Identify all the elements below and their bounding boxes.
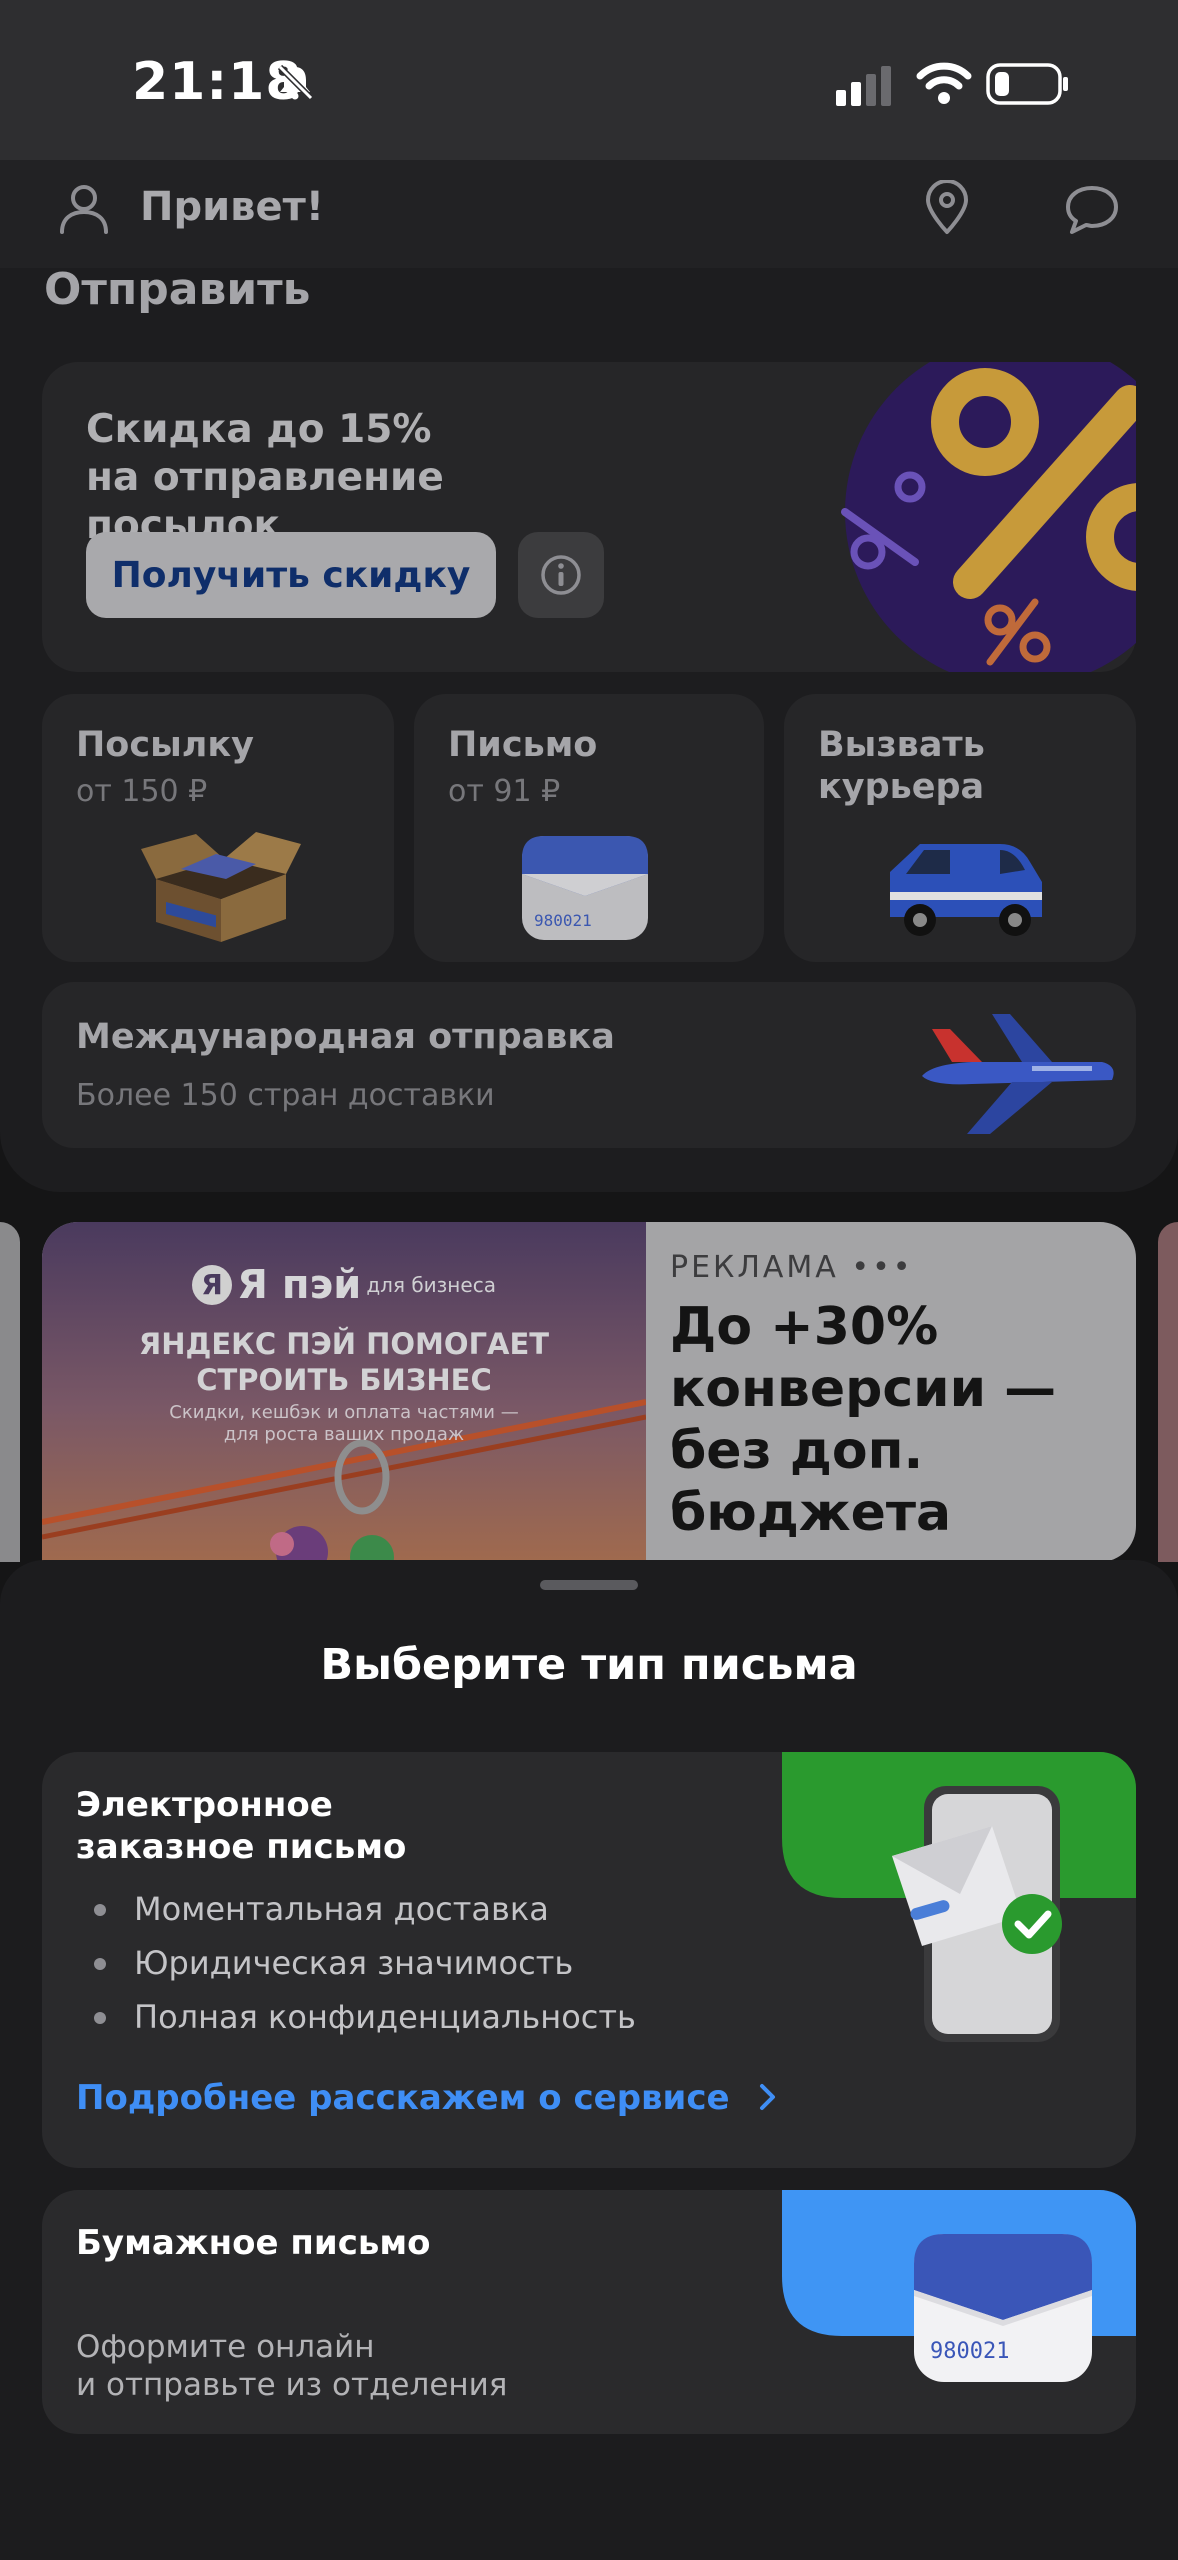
- airplane-icon: [922, 1014, 1114, 1134]
- delivery-van-icon: [890, 844, 1042, 936]
- chat-bubble-icon[interactable]: [1064, 184, 1120, 236]
- ad-image-line-2: СТРОИТЬ БИЗНЕС: [196, 1363, 492, 1397]
- ad-image-small-1: Скидки, кешбэк и оплата частями —: [169, 1402, 519, 1423]
- paper-letter-description: Оформите онлайн и отправьте из отделения: [76, 2328, 507, 2404]
- tile-courier-title: Вызвать курьера: [818, 724, 985, 808]
- info-button[interactable]: [518, 532, 604, 618]
- paper-envelope-code: 980021: [930, 2339, 1009, 2364]
- electronic-bullet-2: Юридическая значимость: [134, 1944, 574, 1982]
- tile-parcel-title: Посылку: [76, 725, 254, 765]
- ad-headline-3: без доп.: [670, 1421, 924, 1481]
- bullet-dot: [94, 1958, 106, 1970]
- tile-parcel-price: от 150 ₽: [76, 774, 208, 809]
- intl-title: Международная отправка: [76, 1017, 615, 1057]
- ad-headline: До +30% конверсии — без доп. бюджета: [670, 1296, 1110, 1544]
- ad-image-line-1: ЯНДЕКС ПЭЙ ПОМОГАЕТ: [138, 1327, 550, 1361]
- ad-headline-1: До +30%: [670, 1297, 939, 1357]
- electronic-letter-title: Электронное заказное письмо: [76, 1784, 406, 1868]
- tile-letter-price: от 91 ₽: [448, 774, 561, 809]
- intl-subtitle: Более 150 стран доставки: [76, 1078, 495, 1113]
- percent-illustration-icon: [841, 362, 1136, 672]
- paper-desc-line-2: и отправьте из отделения: [76, 2367, 508, 2403]
- electronic-letter-option[interactable]: Электронное заказное письмо Моментальная…: [42, 1752, 1136, 2168]
- ad-more-icon[interactable]: •••: [851, 1250, 913, 1285]
- paper-envelope-icon: 980021: [914, 2234, 1092, 2382]
- ad-brand-name: Я пэй: [237, 1262, 362, 1308]
- send-parcel-tile[interactable]: Посылку от 150 ₽: [42, 694, 394, 962]
- carousel-peek-left: [0, 1222, 20, 1562]
- sheet-drag-handle[interactable]: [540, 1580, 638, 1590]
- ad-image: Я Я пэй для бизнеса ЯНДЕКС ПЭЙ ПОМОГАЕТ …: [42, 1222, 646, 1562]
- user-profile-icon[interactable]: [56, 180, 112, 236]
- electronic-letter-phone-icon: [892, 1786, 1062, 2042]
- call-courier-tile[interactable]: Вызвать курьера: [784, 694, 1136, 962]
- ad-image-small: Скидки, кешбэк и оплата частями — для ро…: [42, 1402, 646, 1446]
- electronic-title-line-2: заказное письмо: [76, 1827, 407, 1867]
- send-letter-tile[interactable]: Письмо от 91 ₽ 980021: [414, 694, 764, 962]
- greeting-text[interactable]: Привет!: [140, 184, 324, 230]
- sheet-title: Выберите тип письма: [320, 1640, 858, 1690]
- bullet-dot: [94, 1904, 106, 1916]
- chevron-right-icon: [760, 2084, 776, 2110]
- ad-label: РЕКЛАМА •••: [670, 1250, 913, 1285]
- ad-image-small-2: для роста ваших продаж: [223, 1424, 465, 1445]
- carousel-peek-right: [1158, 1222, 1178, 1562]
- electronic-title-line-1: Электронное: [76, 1785, 333, 1825]
- learn-more-link[interactable]: Подробнее расскажем о сервисе: [76, 2078, 779, 2118]
- ad-headline-2: конверсии —: [670, 1359, 1057, 1419]
- bell-muted-icon: [277, 64, 314, 101]
- paper-letter-option[interactable]: 980021 Бумажное письмо Оформите онлайн и…: [42, 2190, 1136, 2434]
- paper-desc-line-1: Оформите онлайн: [76, 2329, 375, 2365]
- ad-headline-4: бюджета: [670, 1483, 952, 1543]
- ad-image-headline: ЯНДЕКС ПЭЙ ПОМОГАЕТ СТРОИТЬ БИЗНЕС: [42, 1326, 646, 1398]
- send-section-title: Отправить: [44, 264, 311, 315]
- learn-more-text: Подробнее расскажем о сервисе: [76, 2078, 730, 2118]
- international-send-card[interactable]: Международная отправка Более 150 стран д…: [42, 982, 1136, 1148]
- ad-label-text: РЕКЛАМА: [670, 1250, 839, 1285]
- electronic-bullet-3: Полная конфиденциальность: [134, 1998, 636, 2036]
- letter-envelope-icon: 980021: [522, 836, 648, 940]
- tile-courier-line-1: Вызвать: [818, 725, 985, 765]
- battery-icon: [986, 63, 1068, 105]
- promo-text: Скидка до 15% на отправление посылок: [86, 406, 646, 550]
- envelope-code: 980021: [534, 911, 592, 930]
- ad-brand: Я Я пэй для бизнеса: [42, 1262, 646, 1308]
- cellular-signal-icon: [836, 66, 891, 106]
- tile-courier-line-2: курьера: [818, 767, 985, 807]
- wifi-icon: [916, 62, 972, 104]
- bullet-dot: [94, 2012, 106, 2024]
- location-pin-icon[interactable]: [922, 180, 972, 236]
- info-icon: [541, 555, 581, 595]
- yandex-logo-icon: Я: [192, 1265, 233, 1305]
- parcel-box-icon: [141, 832, 301, 942]
- get-discount-button[interactable]: Получить скидку: [86, 532, 496, 618]
- paper-letter-title: Бумажное письмо: [76, 2223, 431, 2263]
- tile-letter-title: Письмо: [448, 725, 598, 765]
- electronic-bullet-1: Моментальная доставка: [134, 1890, 549, 1928]
- promo-line-1: Скидка до 15%: [86, 407, 432, 452]
- ad-brand-sub: для бизнеса: [366, 1273, 496, 1297]
